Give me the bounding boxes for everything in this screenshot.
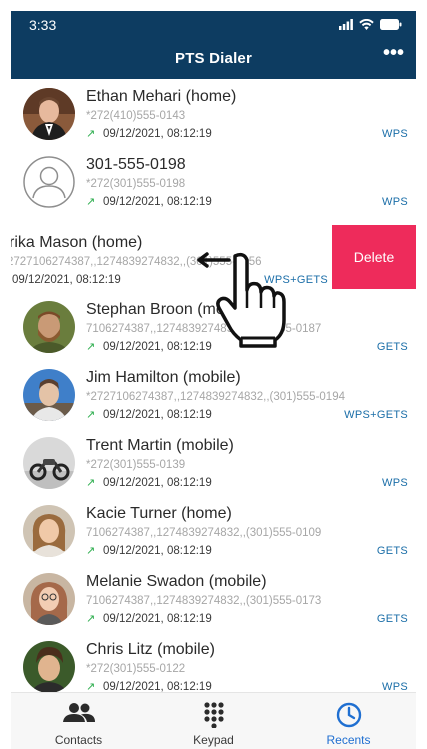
priority-tag: GETS xyxy=(376,545,408,557)
page-title: PTS Dialer xyxy=(174,50,253,67)
outgoing-call-icon: ↗ xyxy=(86,128,96,140)
priority-tag: GETS xyxy=(376,613,408,625)
call-datetime: 09/12/2021, 08:12:19 xyxy=(12,274,121,286)
app-header: PTS Dialer ••• xyxy=(11,37,416,79)
call-datetime: 09/12/2021, 08:12:19 xyxy=(103,681,212,692)
contact-name: Chris Litz (mobile) xyxy=(86,641,215,658)
recent-call-row[interactable]: Ethan Mehari (home) *272(410)555-0143 ↗ … xyxy=(11,79,416,147)
contact-number: *272(410)555-0143 xyxy=(86,110,186,122)
contact-name: rika Mason (home) xyxy=(11,234,143,251)
call-datetime: 09/12/2021, 08:12:19 xyxy=(103,545,212,557)
contact-number: 7106274387,,1274839274832,,(301)555-0173 xyxy=(86,595,322,607)
call-datetime: 09/12/2021, 08:12:19 xyxy=(103,477,212,489)
avatar xyxy=(23,641,75,692)
status-icons xyxy=(339,17,402,35)
priority-tag: GETS xyxy=(376,341,408,353)
outgoing-call-icon: ↗ xyxy=(86,545,96,557)
call-datetime: 09/12/2021, 08:12:19 xyxy=(103,196,212,208)
outgoing-call-icon: ↗ xyxy=(86,196,96,208)
recent-call-row[interactable]: Trent Martin (mobile) *272(301)555-0139 … xyxy=(11,428,416,496)
call-datetime: 09/12/2021, 08:12:19 xyxy=(103,409,212,421)
outgoing-call-icon: ↗ xyxy=(86,613,96,625)
outgoing-call-icon: ↗ xyxy=(86,477,96,489)
contact-number: *272(301)555-0122 xyxy=(86,663,186,675)
outgoing-call-icon: ↗ xyxy=(86,341,96,353)
status-time: 3:33 xyxy=(29,17,57,33)
priority-tag: WPS xyxy=(382,681,408,692)
signal-icon xyxy=(339,17,353,35)
contact-name: 301-555-0198 xyxy=(86,156,186,173)
avatar xyxy=(23,573,75,625)
swipe-left-hand-icon xyxy=(195,246,287,348)
priority-tag: WPS xyxy=(382,196,408,208)
contact-name: Melanie Swadon (mobile) xyxy=(86,573,267,590)
keypad-icon xyxy=(203,702,225,733)
tab-recents[interactable]: Recents xyxy=(281,693,416,749)
contact-name: Jim Hamilton (mobile) xyxy=(86,369,241,386)
recent-call-row[interactable]: Jim Hamilton (mobile) *2727106274387,,12… xyxy=(11,360,416,428)
contact-number: 7106274387,,1274839274832,,(301)555-0109 xyxy=(86,527,322,539)
avatar xyxy=(23,437,75,489)
contact-name: Trent Martin (mobile) xyxy=(86,437,234,454)
avatar xyxy=(23,301,75,353)
outgoing-call-icon: ↗ xyxy=(86,409,96,421)
default-avatar-icon xyxy=(23,156,75,208)
recent-call-row[interactable]: Chris Litz (mobile) *272(301)555-0122 ↗ … xyxy=(11,632,416,692)
contacts-icon xyxy=(62,702,96,729)
contact-name: Kacie Turner (home) xyxy=(86,505,232,522)
tab-label: Keypad xyxy=(193,733,234,747)
call-datetime: 09/12/2021, 08:12:19 xyxy=(103,613,212,625)
recent-call-row[interactable]: Melanie Swadon (mobile) 7106274387,,1274… xyxy=(11,564,416,632)
status-bar: 3:33 xyxy=(11,11,416,37)
contact-number: *272(301)555-0198 xyxy=(86,178,186,190)
contact-number: *2727106274387,,1274839274832,,(301)555-… xyxy=(86,391,345,403)
wifi-icon xyxy=(359,17,374,35)
recents-list[interactable]: Ethan Mehari (home) *272(410)555-0143 ↗ … xyxy=(11,79,416,692)
delete-button[interactable]: Delete xyxy=(332,225,416,289)
tab-label: Contacts xyxy=(54,733,103,747)
recent-call-row[interactable]: 301-555-0198 *272(301)555-0198 ↗ 09/12/2… xyxy=(11,147,416,215)
priority-tag: WPS+GETS xyxy=(344,409,408,421)
call-datetime: 09/12/2021, 08:12:19 xyxy=(103,128,212,140)
tab-label: Recents xyxy=(326,733,371,747)
tab-bar: Contacts Keypad Recents xyxy=(11,692,416,749)
avatar xyxy=(23,505,75,557)
outgoing-call-icon: ↗ xyxy=(86,681,96,692)
priority-tag: WPS xyxy=(382,128,408,140)
tab-contacts[interactable]: Contacts xyxy=(11,693,146,749)
contact-name: Ethan Mehari (home) xyxy=(86,88,237,105)
avatar xyxy=(23,88,75,140)
more-options-button[interactable]: ••• xyxy=(383,43,404,63)
contact-number: *272(301)555-0139 xyxy=(86,459,186,471)
battery-icon xyxy=(380,17,402,35)
avatar xyxy=(23,369,75,421)
recent-call-row[interactable]: Kacie Turner (home) 7106274387,,12748392… xyxy=(11,496,416,564)
tab-keypad[interactable]: Keypad xyxy=(146,693,281,749)
clock-icon xyxy=(336,702,362,733)
priority-tag: WPS xyxy=(382,477,408,489)
